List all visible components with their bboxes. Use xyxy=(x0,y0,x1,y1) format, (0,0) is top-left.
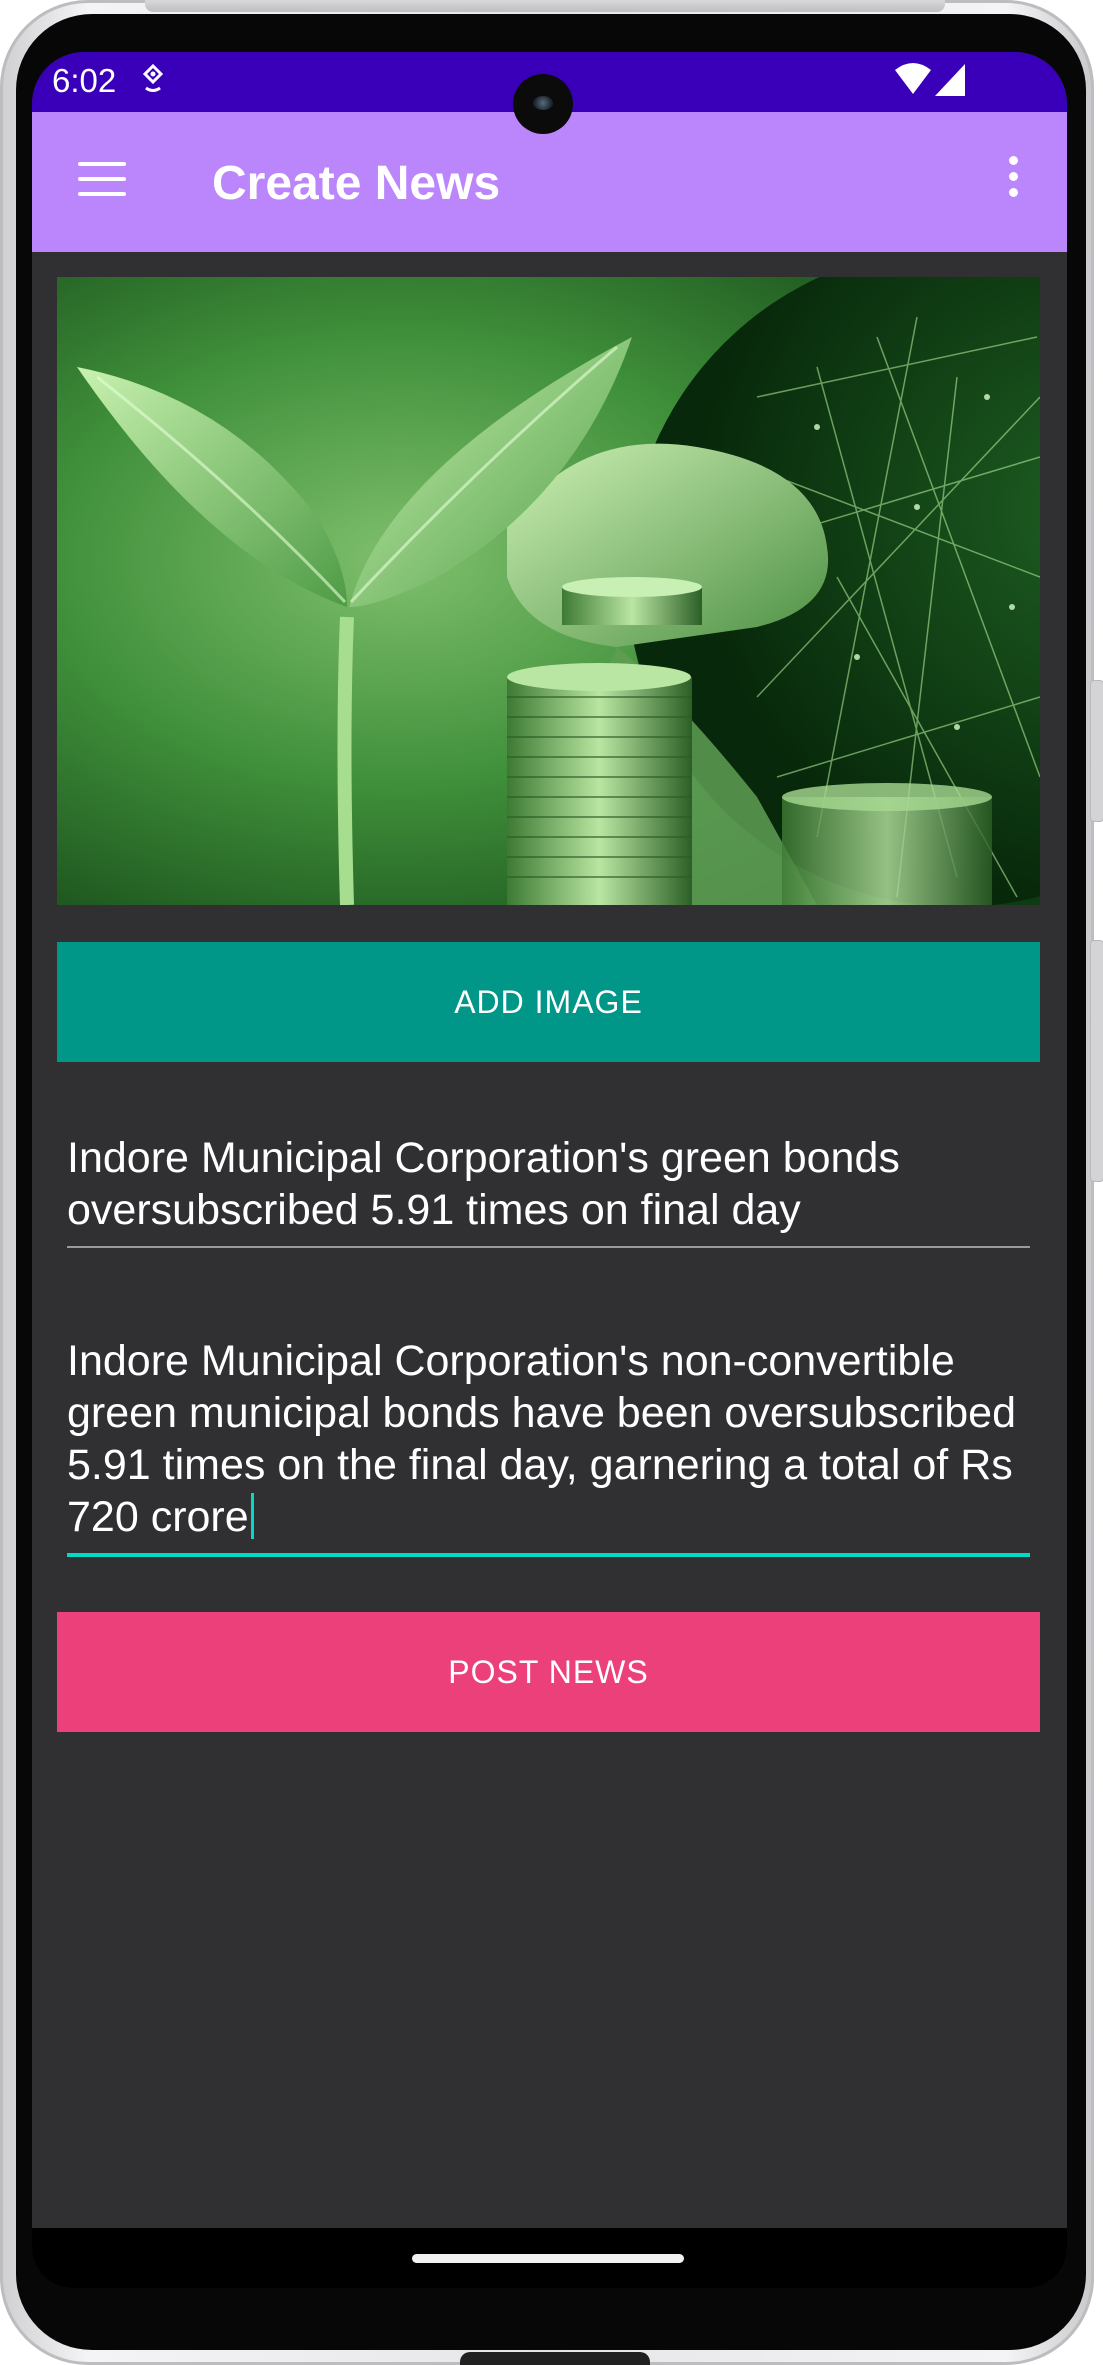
phone-bottom-port xyxy=(460,2352,650,2365)
text-cursor xyxy=(250,1493,254,1539)
news-title-field[interactable]: Indore Municipal Corporation's green bon… xyxy=(67,1132,1030,1248)
post-news-button[interactable]: POST NEWS xyxy=(57,1612,1040,1732)
front-camera xyxy=(513,74,573,134)
system-nav-bar xyxy=(32,2228,1067,2288)
menu-icon[interactable] xyxy=(78,162,126,198)
news-description-field[interactable]: Indore Municipal Corporation's non-conve… xyxy=(67,1335,1030,1557)
status-icons xyxy=(893,62,967,103)
screen: 6:02 Create News ADD IMAGE Indore Munici… xyxy=(32,52,1067,2288)
cell-signal-icon xyxy=(935,64,965,96)
news-image xyxy=(57,277,1040,905)
phone-volume-button xyxy=(1090,940,1103,1182)
add-image-button[interactable]: ADD IMAGE xyxy=(57,942,1040,1062)
news-title-value: Indore Municipal Corporation's green bon… xyxy=(67,1134,900,1234)
status-time: 6:02 xyxy=(52,62,117,99)
home-gesture-handle[interactable] xyxy=(412,2254,684,2263)
news-description-value: Indore Municipal Corporation's non-conve… xyxy=(67,1337,1017,1541)
phone-top-rail xyxy=(145,0,945,12)
page-title: Create News xyxy=(212,157,501,210)
wifi-icon xyxy=(895,63,931,94)
location-icon xyxy=(142,63,164,99)
overflow-menu-icon[interactable] xyxy=(1003,156,1023,204)
phone-side-button xyxy=(1090,680,1103,822)
